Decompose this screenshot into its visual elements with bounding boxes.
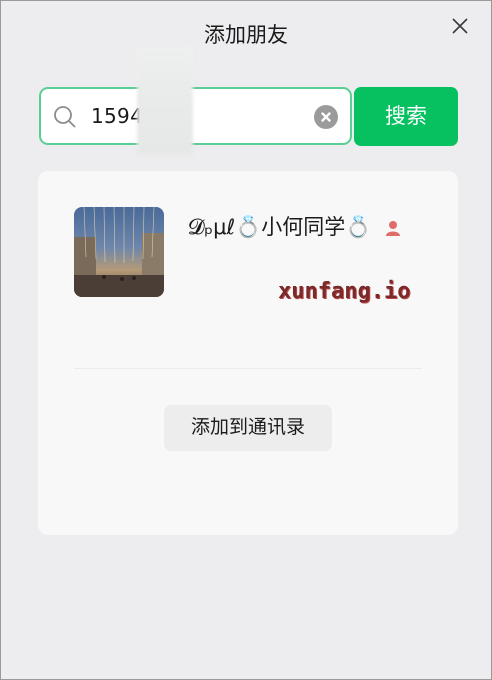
female-icon	[384, 219, 402, 237]
clear-icon	[321, 112, 331, 122]
close-icon	[452, 18, 468, 34]
search-icon	[53, 105, 77, 129]
clear-search-button[interactable]	[314, 105, 338, 129]
avatar[interactable]	[74, 207, 164, 297]
nickname: 𝓓ₚμℓ💍小何同学💍	[188, 211, 402, 241]
window-title: 添加朋友	[204, 23, 288, 47]
add-friend-window: 添加朋友 1594 080 搜索	[0, 0, 492, 680]
search-input[interactable]: 1594 080	[39, 87, 352, 145]
search-result-card: 𝓓ₚμℓ💍小何同学💍 xunfang.io 添加到通讯录	[38, 171, 458, 535]
add-to-contacts-button[interactable]: 添加到通讯录	[164, 405, 332, 451]
blur-redaction	[137, 47, 193, 155]
avatar-image	[74, 207, 164, 297]
watermark: xunfang.io	[278, 279, 411, 304]
nickname-text: 𝓓ₚμℓ💍小何同学💍	[188, 215, 372, 239]
divider	[74, 368, 422, 369]
search-button[interactable]: 搜索	[354, 87, 458, 146]
close-button[interactable]	[449, 15, 471, 37]
